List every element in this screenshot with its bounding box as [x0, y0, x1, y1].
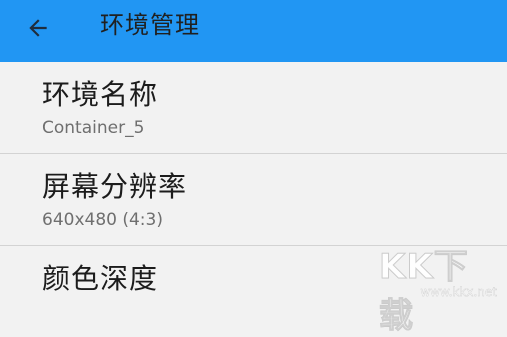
- settings-list: 环境名称 Container_5 屏幕分辨率 640x480 (4:3) 颜色深…: [0, 62, 507, 337]
- arrow-left-icon: [29, 19, 47, 37]
- setting-title: 屏幕分辨率: [42, 170, 188, 203]
- setting-color-depth[interactable]: 颜色深度: [0, 246, 507, 337]
- setting-title: 颜色深度: [42, 262, 159, 295]
- setting-title: 环境名称: [42, 78, 159, 111]
- setting-environment-name[interactable]: 环境名称 Container_5: [0, 62, 507, 154]
- app-bar: 环境管理: [0, 0, 507, 62]
- page-title: 环境管理: [100, 11, 200, 39]
- back-button[interactable]: [18, 8, 58, 48]
- setting-value: Container_5: [42, 118, 145, 138]
- setting-screen-resolution[interactable]: 屏幕分辨率 640x480 (4:3): [0, 154, 507, 246]
- setting-value: 640x480 (4:3): [42, 210, 163, 230]
